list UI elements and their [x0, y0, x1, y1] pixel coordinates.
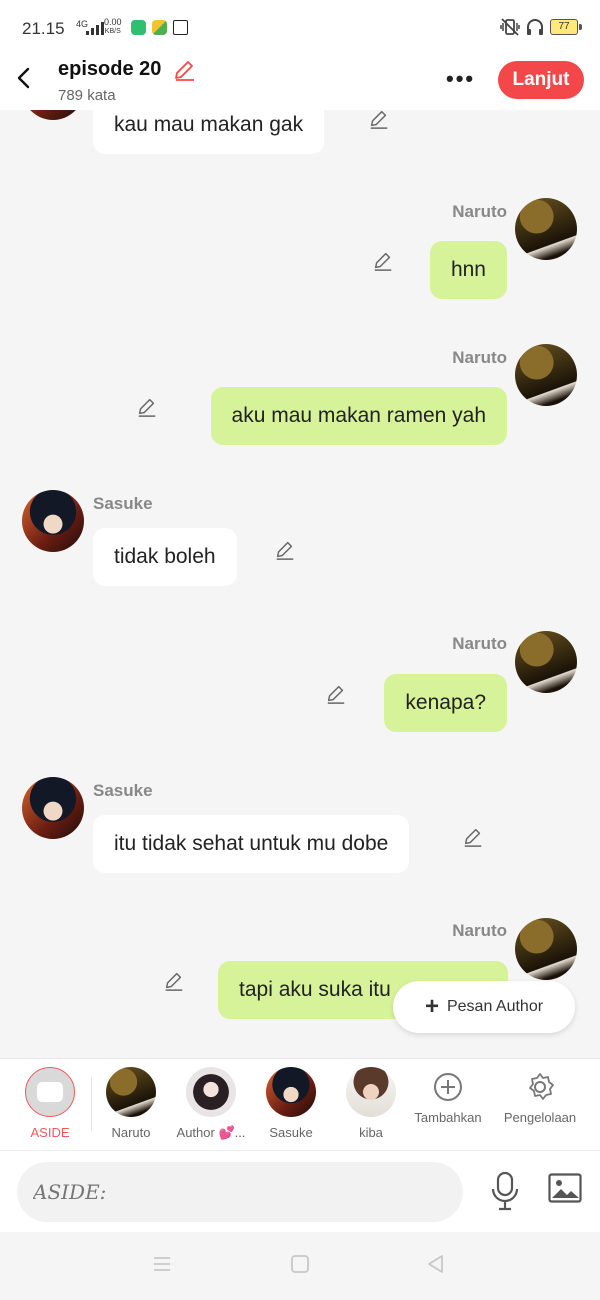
input-bar	[0, 1150, 600, 1232]
message-bubble[interactable]: kenapa?	[384, 674, 507, 732]
edit-message-icon[interactable]	[274, 539, 296, 561]
plus-circle-icon	[423, 1067, 473, 1107]
episode-title: episode 20	[58, 58, 162, 80]
network-speed-unit: KB/S	[104, 28, 121, 35]
back-arrow-icon[interactable]	[14, 66, 34, 90]
edit-title-pencil-icon[interactable]	[172, 58, 196, 82]
edit-message-icon[interactable]	[136, 396, 158, 418]
message-bubble[interactable]: itu tidak sehat untuk mu dobe	[93, 815, 410, 873]
author-message-button[interactable]: + Pesan Author	[393, 981, 575, 1033]
edit-message-icon[interactable]	[372, 250, 394, 272]
edit-message-icon[interactable]	[325, 683, 347, 705]
network-speed: 0.00 KB/S	[104, 18, 122, 36]
character-sasuke[interactable]: Sasuke	[251, 1067, 331, 1140]
image-icon[interactable]	[548, 1173, 582, 1203]
puzzle-notification-icon	[152, 20, 167, 35]
status-right: 77	[500, 18, 582, 36]
aside-message-input[interactable]	[17, 1162, 463, 1222]
message-bubble[interactable]: hnn	[429, 241, 507, 299]
sasuke-avatar	[266, 1067, 316, 1117]
character-label: Author 💕...	[176, 1125, 246, 1140]
plus-icon: +	[424, 993, 439, 1020]
status-bar: 21.15 4G 0.00 KB/S 77	[0, 0, 600, 56]
sasuke-avatar[interactable]	[22, 110, 84, 120]
naruto-avatar[interactable]	[515, 198, 577, 260]
edit-message-icon[interactable]	[163, 970, 185, 992]
system-nav-bar	[0, 1232, 600, 1300]
character-label: Tambahkan	[414, 1110, 482, 1125]
status-time: 21.15	[22, 19, 65, 38]
menu-nav-icon[interactable]	[152, 1254, 172, 1279]
microphone-icon[interactable]	[490, 1171, 520, 1211]
continue-button[interactable]: Lanjut	[498, 61, 584, 99]
network-speed-value: 0.00	[104, 17, 122, 27]
episode-header: episode 20 789 kata ••• Lanjut	[0, 56, 600, 110]
sender-name: Naruto	[452, 202, 507, 221]
sender-name: Naruto	[452, 634, 507, 653]
character-aside[interactable]: ASIDE	[10, 1067, 90, 1140]
add-character-button[interactable]: Tambahkan	[408, 1067, 488, 1125]
sender-name: Naruto	[452, 348, 507, 367]
edit-message-icon[interactable]	[368, 110, 390, 130]
app-notification-icon	[131, 20, 146, 35]
word-count: 789 kata	[58, 87, 116, 104]
naruto-avatar[interactable]	[515, 631, 577, 693]
sender-name: Sasuke	[93, 494, 153, 513]
headphones-icon	[527, 19, 543, 35]
message-bubble[interactable]: aku mau makan ramen yah	[210, 387, 507, 445]
naruto-avatar[interactable]	[515, 918, 577, 980]
character-label: ASIDE	[30, 1125, 70, 1140]
character-label: Sasuke	[269, 1125, 313, 1140]
aside-icon	[25, 1067, 75, 1117]
battery-indicator: 77	[550, 19, 582, 35]
kiba-avatar	[346, 1067, 396, 1117]
manage-button[interactable]: Pengelolaan	[500, 1067, 580, 1125]
sasuke-avatar[interactable]	[22, 777, 84, 839]
character-label: kiba	[359, 1125, 383, 1140]
message-bubble[interactable]: kau mau makan gak	[93, 110, 325, 154]
gear-icon	[515, 1067, 565, 1107]
character-naruto[interactable]: Naruto	[91, 1067, 171, 1140]
edit-message-icon[interactable]	[462, 826, 484, 848]
naruto-avatar	[106, 1067, 156, 1117]
sasuke-avatar[interactable]	[22, 490, 84, 552]
author-avatar	[186, 1067, 236, 1117]
character-bar: ASIDE Naruto Author 💕... Sasuke kiba Tam…	[0, 1058, 600, 1150]
more-options-icon[interactable]: •••	[446, 66, 475, 92]
character-kiba[interactable]: kiba	[331, 1067, 411, 1140]
character-author[interactable]: Author 💕...	[171, 1067, 251, 1141]
chat-area[interactable]: kau mau makan gak Naruto hnn Naruto aku …	[0, 110, 600, 1058]
signal-icon	[86, 21, 104, 35]
character-label: Pengelolaan	[503, 1110, 577, 1125]
naruto-avatar[interactable]	[515, 344, 577, 406]
author-message-label: Pesan Author	[446, 998, 544, 1015]
back-nav-icon[interactable]	[426, 1254, 446, 1279]
sender-name: Naruto	[452, 921, 507, 940]
home-nav-icon[interactable]	[290, 1254, 310, 1279]
capcut-icon	[173, 20, 188, 35]
character-label: Naruto	[111, 1125, 151, 1140]
message-bubble[interactable]: tidak boleh	[93, 528, 237, 586]
sender-name: Sasuke	[93, 781, 153, 800]
vibrate-icon	[500, 18, 520, 36]
